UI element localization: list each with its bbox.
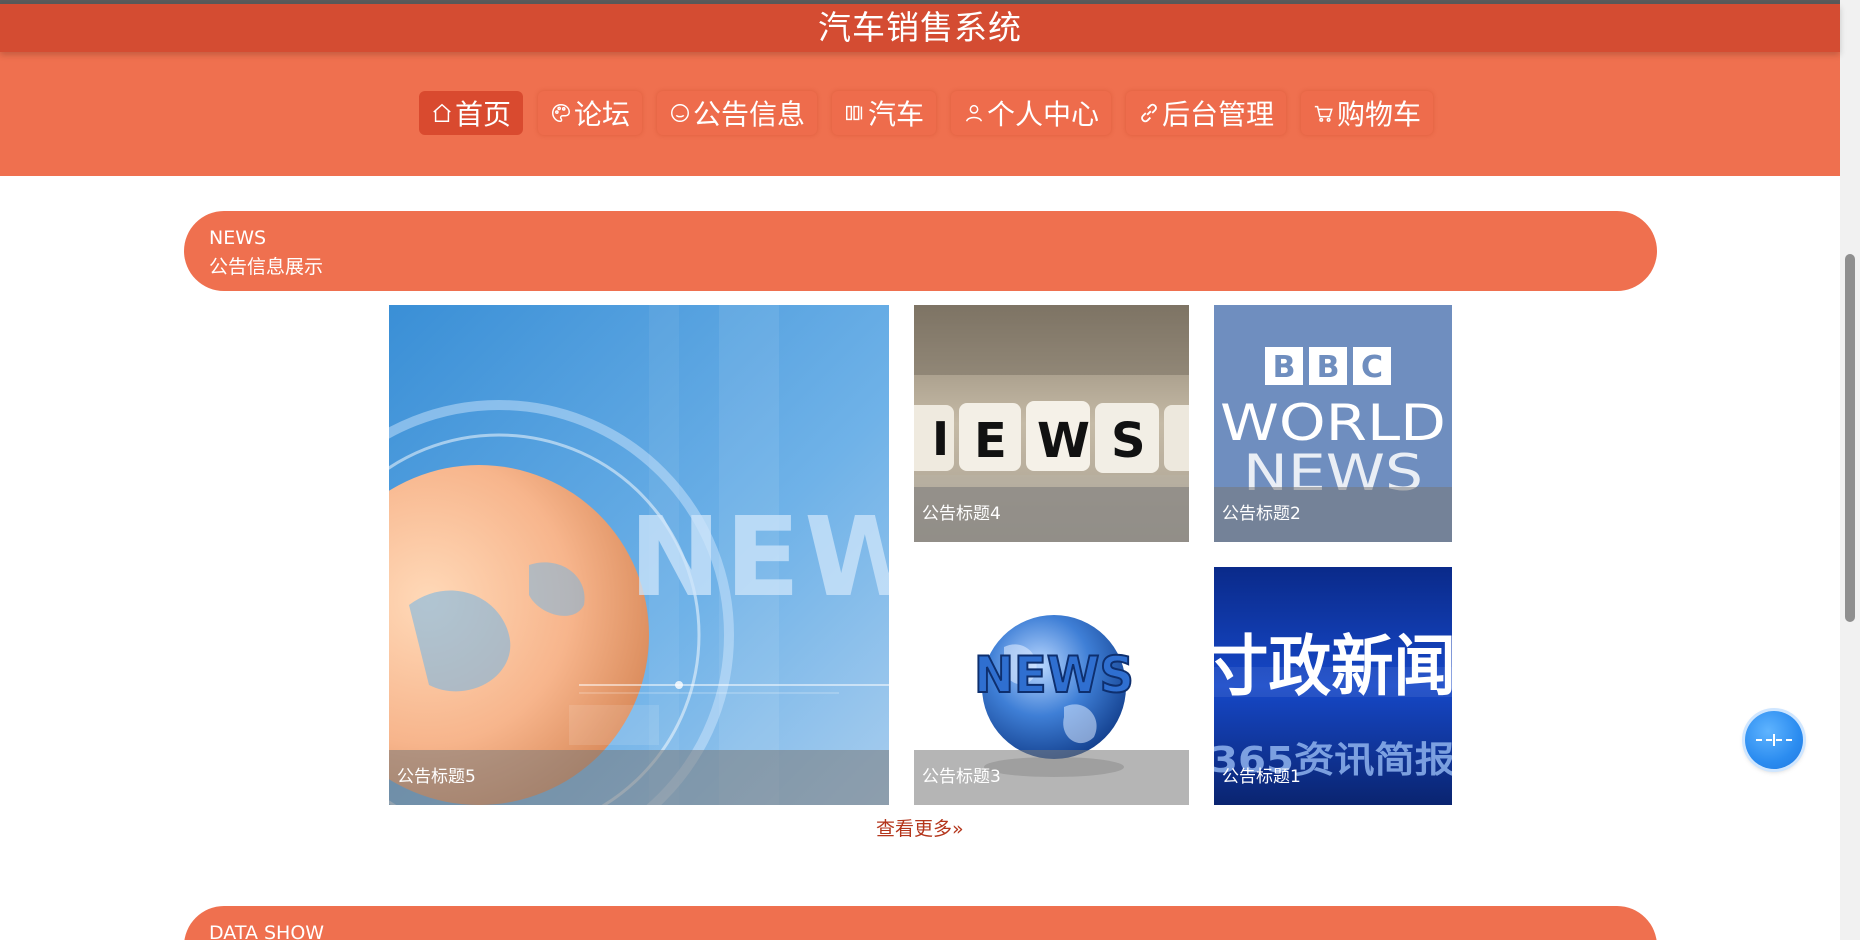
news-tile-5[interactable]: NEW 公告标题5 xyxy=(389,305,889,805)
main-nav: 首页 论坛 公告信息 汽车 个人中心 后台管理 购物车 xyxy=(0,91,1840,135)
title-bar: 汽车销售系统 xyxy=(0,4,1840,52)
home-icon xyxy=(431,102,453,124)
nav-item-label: 论坛 xyxy=(573,98,630,131)
svg-text:寸政新闻: 寸政新闻 xyxy=(1214,628,1452,705)
vertical-scrollbar[interactable] xyxy=(1840,0,1860,940)
news-tile-3[interactable]: NEWS 公告标题3 xyxy=(914,567,1189,805)
nav-item-forum[interactable]: 论坛 xyxy=(537,91,642,135)
double-chevron-right-icon: » xyxy=(952,818,964,840)
svg-text:B: B xyxy=(1317,350,1340,385)
news-tile-2[interactable]: B B C WORLD NEWS 公告标题2 xyxy=(1214,305,1452,542)
scrollbar-thumb[interactable] xyxy=(1845,254,1855,622)
svg-text:NEW: NEW xyxy=(629,493,889,621)
nav-item-home[interactable]: 首页 xyxy=(418,91,523,135)
nav-item-cart[interactable]: 购物车 xyxy=(1301,91,1434,135)
news-tile-caption: 公告标题3 xyxy=(914,750,1189,805)
nav-item-label: 公告信息 xyxy=(692,98,805,131)
nav-item-label: 首页 xyxy=(454,98,511,131)
drag-handle-icon xyxy=(1756,734,1792,746)
news-tile-4[interactable]: I E W S 公告标题4 xyxy=(914,305,1189,542)
svg-text:B: B xyxy=(1273,350,1296,385)
cart-icon xyxy=(1313,102,1335,124)
palette-icon xyxy=(550,102,572,124)
news-tile-caption: 公告标题1 xyxy=(1222,767,1301,787)
nav-item-cars[interactable]: 汽车 xyxy=(831,91,936,135)
news-section-banner: NEWS 公告信息展示 xyxy=(184,211,1657,291)
nav-item-label: 购物车 xyxy=(1337,98,1422,131)
nav-area: 首页 论坛 公告信息 汽车 个人中心 后台管理 购物车 xyxy=(0,52,1840,176)
columns-icon xyxy=(844,102,866,124)
news-tile-caption: 公告标题5 xyxy=(389,750,889,805)
svg-text:W: W xyxy=(1037,413,1090,469)
svg-text:I: I xyxy=(932,412,949,466)
see-more-link[interactable]: 查看更多» xyxy=(876,816,964,842)
svg-text:C: C xyxy=(1361,350,1383,385)
user-icon xyxy=(963,102,985,124)
nav-item-profile[interactable]: 个人中心 xyxy=(951,91,1112,135)
news-tile-caption: 公告标题2 xyxy=(1214,487,1452,542)
news-section-title-cn: 公告信息展示 xyxy=(209,256,324,278)
news-tile-1[interactable]: 寸政新闻 365资讯简报 公告标题1 xyxy=(1214,567,1452,805)
data-show-section-banner: DATA SHOW xyxy=(184,906,1657,940)
svg-text:E: E xyxy=(974,413,1007,469)
nav-item-announcements[interactable]: 公告信息 xyxy=(656,91,817,135)
news-tile-caption: 公告标题4 xyxy=(914,487,1189,542)
nav-item-admin[interactable]: 后台管理 xyxy=(1126,91,1287,135)
news-section-title-en: NEWS xyxy=(209,227,267,249)
link-icon xyxy=(1138,102,1160,124)
nav-item-label: 后台管理 xyxy=(1162,98,1275,131)
smile-icon xyxy=(669,102,691,124)
svg-text:S: S xyxy=(1111,413,1146,469)
floating-action-button[interactable] xyxy=(1745,711,1803,769)
svg-text:NEWS: NEWS xyxy=(974,646,1134,704)
news-globe-image: NEW xyxy=(389,305,889,805)
nav-item-label: 汽车 xyxy=(867,98,924,131)
see-more-label: 查看更多 xyxy=(876,818,953,840)
data-section-title-en: DATA SHOW xyxy=(209,922,325,940)
site-title: 汽车销售系统 xyxy=(818,8,1022,47)
nav-item-label: 个人中心 xyxy=(987,98,1100,131)
page: 汽车销售系统 首页 论坛 公告信息 汽车 个人中心 后台管理 购物车 NEWS … xyxy=(0,0,1860,940)
